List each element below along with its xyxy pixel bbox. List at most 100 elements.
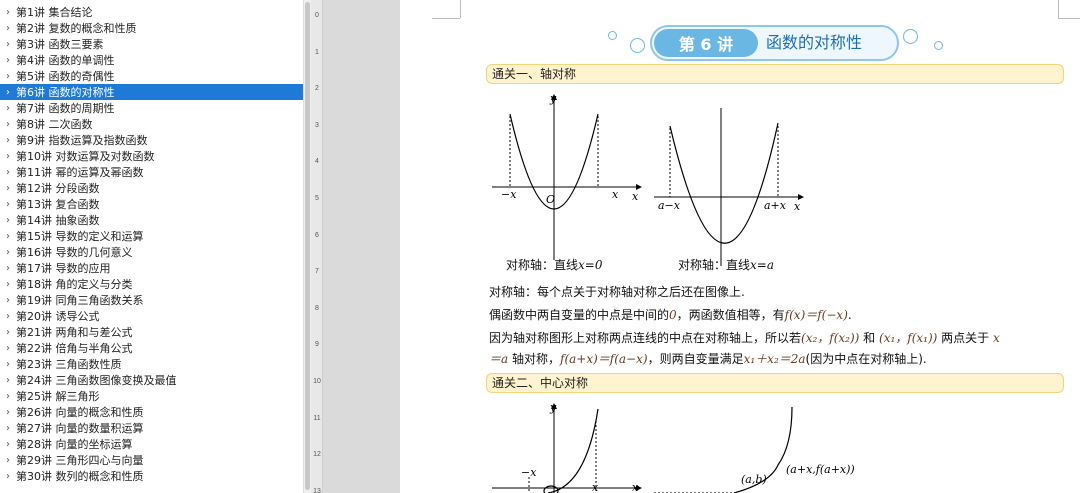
paragraph-4: ＝a 轴对称，f(a+x)＝f(a−x)，则两自变量满足x₁＋x₂＝2a(因为中… bbox=[489, 352, 927, 366]
outline-item[interactable]: › 第30讲 数列的概念和性质 bbox=[0, 468, 303, 484]
graph3-x-label: x bbox=[632, 481, 639, 493]
chevron-right-icon[interactable]: › bbox=[0, 439, 16, 450]
chevron-right-icon[interactable]: › bbox=[0, 311, 16, 322]
chevron-right-icon[interactable]: › bbox=[0, 135, 16, 146]
chevron-right-icon[interactable]: › bbox=[0, 103, 16, 114]
outline-item[interactable]: › 第4讲 函数的单调性 bbox=[0, 52, 303, 68]
outline-scrollbar[interactable] bbox=[303, 0, 311, 493]
outline-item[interactable]: › 第6讲 函数的对称性 bbox=[0, 84, 303, 100]
ruler-tick: 2 bbox=[315, 85, 319, 93]
page-corner-mark bbox=[1058, 18, 1080, 19]
outline-item-label: 第13讲 复合函数 bbox=[16, 198, 100, 211]
chevron-right-icon[interactable]: › bbox=[0, 39, 16, 50]
caption-axis-zero: 对称轴：直线x=0 bbox=[506, 258, 603, 272]
chevron-right-icon[interactable]: › bbox=[0, 231, 16, 242]
chevron-right-icon[interactable]: › bbox=[0, 87, 16, 98]
outline-item-label: 第4讲 函数的单调性 bbox=[16, 54, 115, 67]
outline-panel: › 第1讲 集合结论 › 第2讲 复数的概念和性质 › 第3讲 函数三要素 › 第4讲 函数的… bbox=[0, 0, 303, 493]
outline-item[interactable]: › 第20讲 诱导公式 bbox=[0, 308, 303, 324]
page-corner-mark bbox=[432, 18, 460, 19]
chevron-right-icon[interactable]: › bbox=[0, 71, 16, 82]
lesson-header: 第 6 讲 函数的对称性 bbox=[650, 25, 899, 61]
graph1-neg-x-label: −x bbox=[501, 188, 517, 201]
chevron-right-icon[interactable]: › bbox=[0, 423, 16, 434]
paragraph-2: 偶函数中两自变量的中点是中间的0，两函数值相等，有f(x)＝f(−x). bbox=[489, 308, 852, 322]
outline-item-label: 第21讲 两角和与差公式 bbox=[16, 326, 133, 339]
chevron-right-icon[interactable]: › bbox=[0, 295, 16, 306]
chevron-right-icon[interactable]: › bbox=[0, 199, 16, 210]
chevron-right-icon[interactable]: › bbox=[0, 167, 16, 178]
deco-circle bbox=[608, 31, 617, 40]
outline-item-label: 第20讲 诱导公式 bbox=[16, 310, 100, 323]
chevron-right-icon[interactable]: › bbox=[0, 215, 16, 226]
chevron-right-icon[interactable]: › bbox=[0, 119, 16, 130]
ruler-tick: 1 bbox=[315, 48, 319, 56]
chevron-right-icon[interactable]: › bbox=[0, 23, 16, 34]
chevron-right-icon[interactable]: › bbox=[0, 407, 16, 418]
graph3-curve bbox=[547, 408, 599, 493]
outline-item[interactable]: › 第8讲 二次函数 bbox=[0, 116, 303, 132]
outline-item[interactable]: › 第25讲 解三角形 bbox=[0, 388, 303, 404]
document-page: 第 6 讲 函数的对称性 通关一、轴对称 y x O −x x x a−x a+… bbox=[400, 0, 1080, 493]
chevron-right-icon[interactable]: › bbox=[0, 471, 16, 482]
outline-item[interactable]: › 第22讲 倍角与半角公式 bbox=[0, 340, 303, 356]
outline-item-label: 第25讲 解三角形 bbox=[16, 390, 100, 403]
chevron-right-icon[interactable]: › bbox=[0, 391, 16, 402]
chevron-right-icon[interactable]: › bbox=[0, 343, 16, 354]
chevron-right-icon[interactable]: › bbox=[0, 263, 16, 274]
outline-item[interactable]: › 第7讲 函数的周期性 bbox=[0, 100, 303, 116]
vertical-ruler: 0 1 2 3 4 5 6 7 8 9 10 11 12 13 bbox=[311, 0, 323, 493]
graph1-origin-label: O bbox=[546, 193, 555, 206]
chevron-right-icon[interactable]: › bbox=[0, 279, 16, 290]
outline-item[interactable]: › 第18讲 角的定义与分类 bbox=[0, 276, 303, 292]
outline-item[interactable]: › 第11讲 幂的运算及幂函数 bbox=[0, 164, 303, 180]
chevron-right-icon[interactable]: › bbox=[0, 7, 16, 18]
outline-item[interactable]: › 第9讲 指数运算及指数函数 bbox=[0, 132, 303, 148]
chevron-right-icon[interactable]: › bbox=[0, 375, 16, 386]
outline-item[interactable]: › 第26讲 向量的概念和性质 bbox=[0, 404, 303, 420]
ruler-tick: 4 bbox=[315, 158, 319, 166]
center-symmetry-figures: y x −x x (a,b) (a+x,f(a+x)) bbox=[492, 401, 855, 493]
chevron-right-icon[interactable]: › bbox=[0, 455, 16, 466]
outline-item[interactable]: › 第3讲 函数三要素 bbox=[0, 36, 303, 52]
outline-item[interactable]: › 第14讲 抽象函数 bbox=[0, 212, 303, 228]
paragraph-1: 对称轴：每个点关于对称轴对称之后还在图像上. bbox=[489, 285, 745, 299]
outline-item-label: 第28讲 向量的坐标运算 bbox=[16, 438, 133, 451]
outline-item[interactable]: › 第1讲 集合结论 bbox=[0, 4, 303, 20]
chevron-right-icon[interactable]: › bbox=[0, 55, 16, 66]
outline-item[interactable]: › 第19讲 同角三角函数关系 bbox=[0, 292, 303, 308]
chevron-right-icon[interactable]: › bbox=[0, 327, 16, 338]
outline-item-label: 第30讲 数列的概念和性质 bbox=[16, 470, 144, 483]
graph1-y-label: y bbox=[549, 92, 557, 105]
chevron-right-icon[interactable]: › bbox=[0, 247, 16, 258]
outline-item-label: 第15讲 导数的定义和运算 bbox=[16, 230, 144, 243]
ruler-tick: 6 bbox=[315, 231, 319, 239]
outline-item[interactable]: › 第23讲 三角函数性质 bbox=[0, 356, 303, 372]
outline-item[interactable]: › 第16讲 导数的几何意义 bbox=[0, 244, 303, 260]
outline-item-label: 第10讲 对数运算及对数函数 bbox=[16, 150, 155, 163]
ruler-tick: 0 bbox=[315, 12, 319, 19]
document-background bbox=[323, 0, 400, 493]
outline-item[interactable]: › 第29讲 三角形四心与向量 bbox=[0, 452, 303, 468]
outline-item[interactable]: › 第2讲 复数的概念和性质 bbox=[0, 20, 303, 36]
outline-item[interactable]: › 第27讲 向量的数量积运算 bbox=[0, 420, 303, 436]
graph3-y-label: y bbox=[549, 401, 557, 414]
chevron-right-icon[interactable]: › bbox=[0, 359, 16, 370]
outline-item[interactable]: › 第12讲 分段函数 bbox=[0, 180, 303, 196]
chevron-right-icon[interactable]: › bbox=[0, 183, 16, 194]
outline-item-label: 第7讲 函数的周期性 bbox=[16, 102, 115, 115]
outline-item[interactable]: › 第21讲 两角和与差公式 bbox=[0, 324, 303, 340]
outline-item[interactable]: › 第5讲 函数的奇偶性 bbox=[0, 68, 303, 84]
outline-item[interactable]: › 第10讲 对数运算及对数函数 bbox=[0, 148, 303, 164]
outline-item[interactable]: › 第24讲 三角函数图像变换及最值 bbox=[0, 372, 303, 388]
outline-item[interactable]: › 第28讲 向量的坐标运算 bbox=[0, 436, 303, 452]
outline-item-label: 第11讲 幂的运算及幂函数 bbox=[16, 166, 144, 179]
outline-scrollbar-thumb[interactable] bbox=[305, 2, 310, 490]
outline-item[interactable]: › 第17讲 导数的应用 bbox=[0, 260, 303, 276]
chevron-right-icon[interactable]: › bbox=[0, 151, 16, 162]
outline-item-label: 第17讲 导数的应用 bbox=[16, 262, 111, 275]
outline-item[interactable]: › 第13讲 复合函数 bbox=[0, 196, 303, 212]
outline-item-label: 第2讲 复数的概念和性质 bbox=[16, 22, 137, 35]
ruler-tick: 7 bbox=[315, 268, 319, 276]
outline-item[interactable]: › 第15讲 导数的定义和运算 bbox=[0, 228, 303, 244]
